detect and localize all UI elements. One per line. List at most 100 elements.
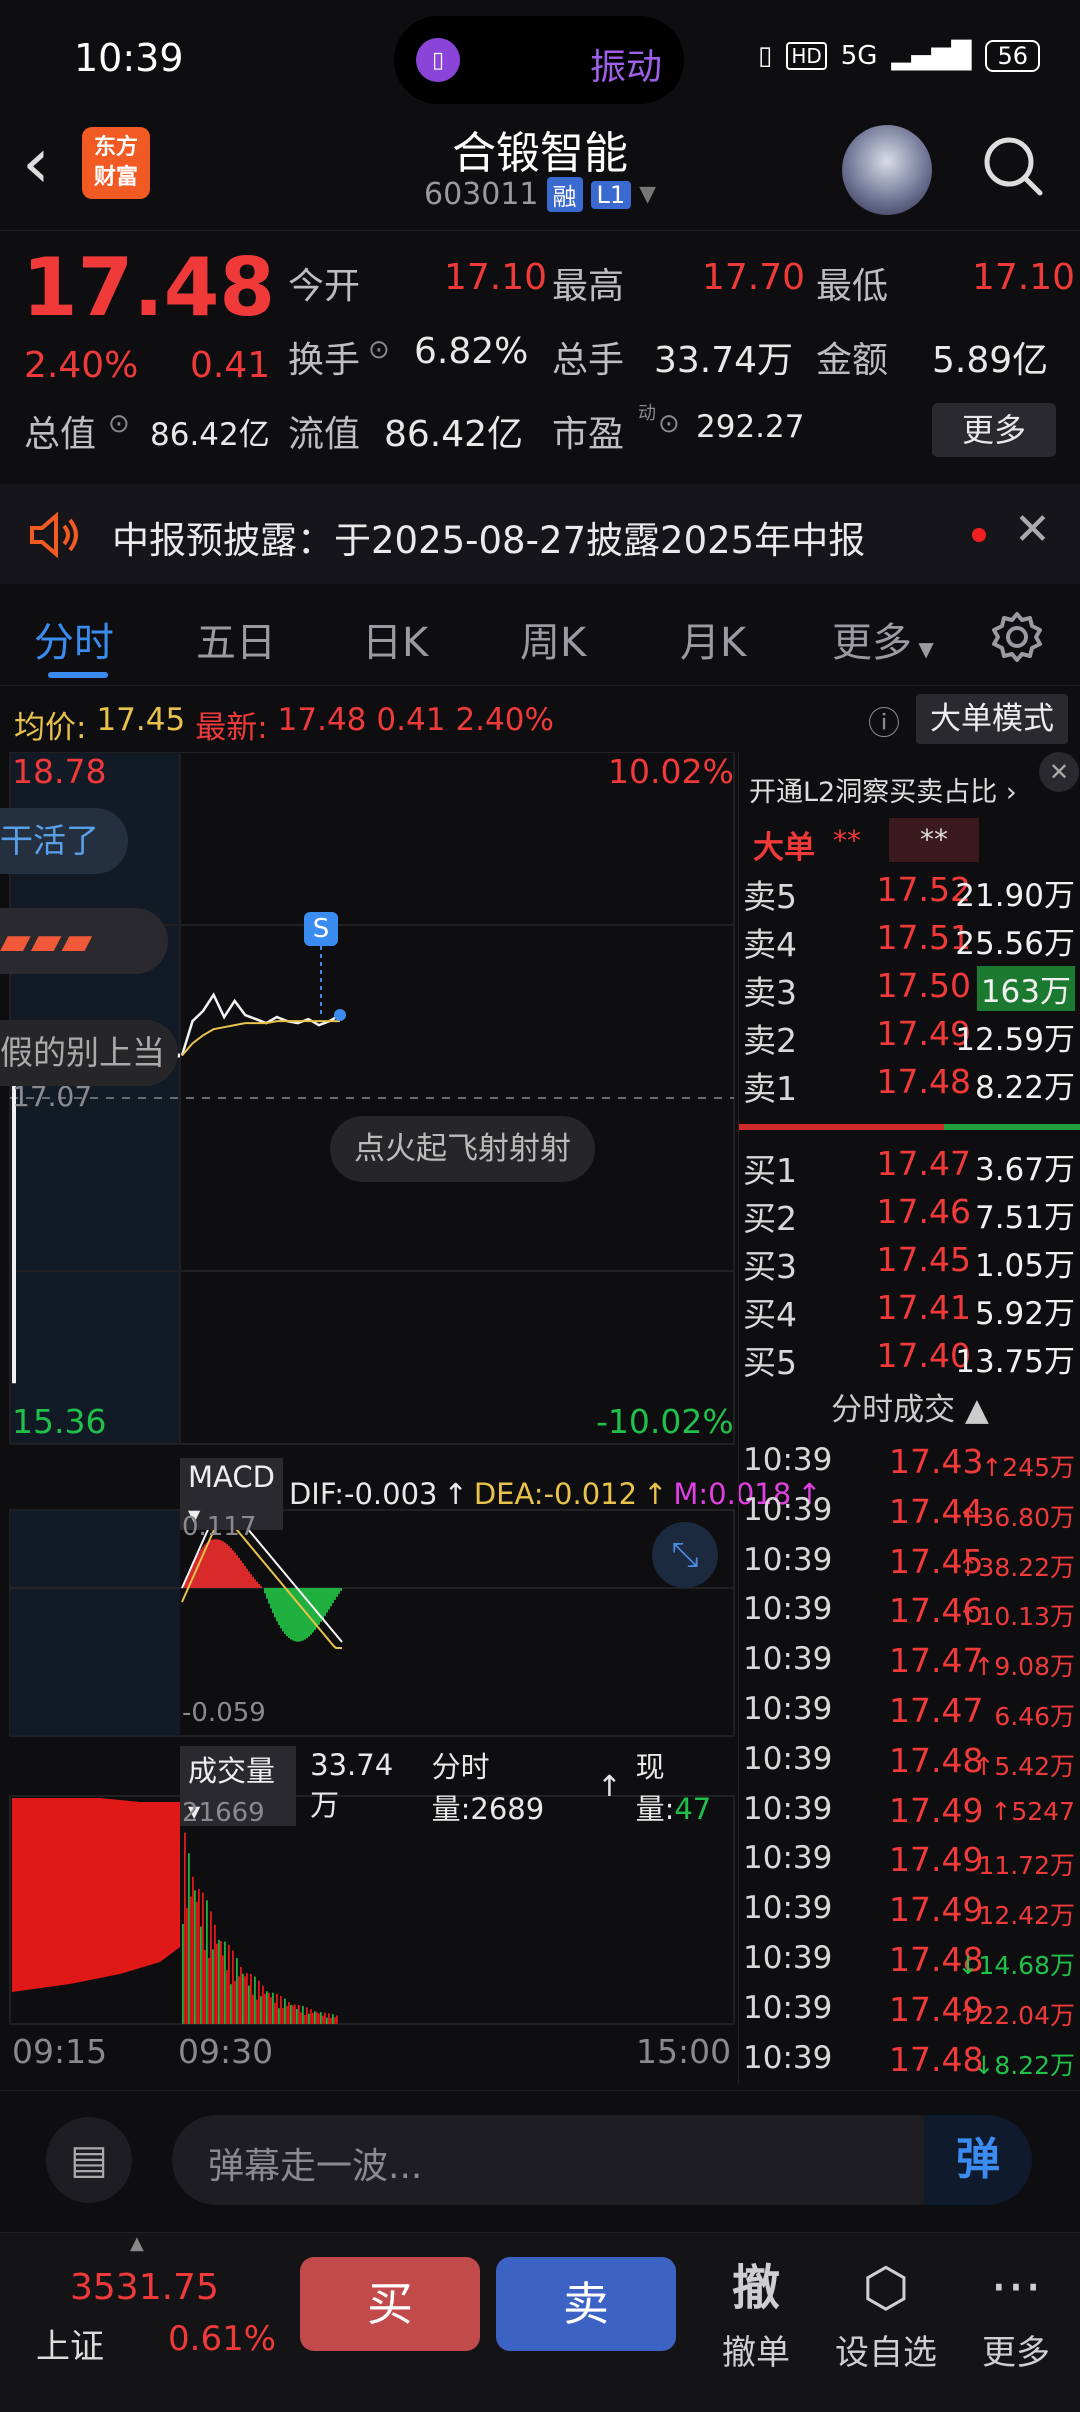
volume-bar [302, 2005, 304, 2024]
intraday-chart[interactable]: 18.78 10.02% 17.07 15.36 -10.02% 干活了 ▰▰▰… [0, 752, 822, 2084]
help-icon[interactable]: ⓘ [868, 698, 900, 744]
level-volume: 163万 [976, 966, 1075, 1011]
volume-bar [230, 1984, 232, 2024]
sell-button[interactable]: 卖 [496, 2257, 676, 2351]
trade-row[interactable]: 10:39 17.48 ↓8.22万 [739, 2040, 1080, 2090]
volume-bar [184, 1832, 186, 2024]
volume-bar [182, 1924, 184, 2024]
macd-bar [240, 1560, 242, 1588]
trade-row[interactable]: 10:39 17.48 ↑5.42万 [739, 1741, 1080, 1791]
l2-promo-link[interactable]: 开通L2洞察买卖占比 › [749, 770, 1017, 809]
danmu-input[interactable]: 弹幕走一波... 弹 [172, 2115, 1032, 2205]
trade-row[interactable]: 10:39 17.47 ↑9.08万 [739, 1641, 1080, 1691]
dea-value: DEA:-0.012 [473, 1477, 638, 1511]
buy-level-row[interactable]: 买3 17.45 1.05万 [739, 1240, 1080, 1288]
nav-add-watchlist[interactable]: ⬡ 设自选 [826, 2255, 946, 2374]
stock-code-row[interactable]: 603011 融 L1 ▼ [424, 177, 656, 212]
tab-5day[interactable]: 五日 [196, 610, 276, 668]
trade-row[interactable]: 10:39 17.45 ↑38.22万 [739, 1542, 1080, 1592]
macd-bar [226, 1544, 228, 1588]
search-icon[interactable] [980, 133, 1046, 199]
l2-promo-text: 开通L2洞察买卖占比 [749, 777, 998, 808]
volume-bar [242, 1973, 244, 2024]
pe-label: 市盈 [552, 414, 625, 455]
trade-row[interactable]: 10:39 17.43 ↑245万 [739, 1442, 1080, 1492]
info-icon[interactable]: ⊙ [368, 335, 390, 365]
amount-label: 金额 [816, 340, 889, 381]
index-value[interactable]: 3531.75 [70, 2267, 219, 2308]
trade-time: 10:39 [743, 1641, 833, 1678]
sell-level-row[interactable]: 卖3 17.50 163万 [739, 966, 1080, 1014]
volume-bar [320, 2012, 322, 2024]
pe-sup: 动 [638, 403, 656, 424]
low-label: 最低 [816, 266, 889, 307]
volume-bar [204, 1950, 206, 2024]
volume-bar [280, 1995, 282, 2024]
volume-bar [246, 1972, 248, 2024]
sell-level-row[interactable]: 卖2 17.49 12.59万 [739, 1014, 1080, 1062]
buy-level-row[interactable]: 买5 17.40 13.75万 [739, 1336, 1080, 1384]
nav-cancel-order[interactable]: 撤 撤单 [696, 2255, 816, 2374]
tab-weekly-k[interactable]: 周K [520, 610, 586, 668]
volume-now: 47 [674, 1792, 712, 1826]
trade-time: 10:39 [743, 1890, 833, 1927]
trade-row[interactable]: 10:39 17.47 6.46万 [739, 1691, 1080, 1741]
danmu-settings-icon[interactable]: ▤ [46, 2117, 132, 2203]
stock-header: ‹ 东方 财富 合锻智能 603011 融 L1 ▼ [0, 115, 1080, 230]
buy-button[interactable]: 买 [300, 2257, 480, 2351]
trade-row[interactable]: 10:39 17.49 11.72万 [739, 1840, 1080, 1890]
tab-intraday[interactable]: 分时 [34, 610, 114, 668]
notice-bar[interactable]: 中报预披露：于2025-08-27披露2025年中报 ✕ [0, 484, 1080, 584]
volume-bar [336, 2015, 338, 2024]
nav-more[interactable]: ··· 更多 [956, 2255, 1076, 2374]
trade-volume: 6.46万 [994, 1702, 1075, 1731]
trade-volume: ↑245万 [981, 1453, 1075, 1482]
info-icon[interactable]: ⊙ [108, 409, 130, 439]
index-pct[interactable]: 0.61% [168, 2319, 276, 2359]
big-order-mode-button[interactable]: 大单模式 [916, 694, 1068, 744]
trade-row[interactable]: 10:39 17.49 ↑5247 [739, 1791, 1080, 1841]
close-icon[interactable]: ✕ [1039, 752, 1079, 792]
active-tab-indicator [48, 672, 108, 678]
sell-level-row[interactable]: 卖1 17.48 8.22万 [739, 1062, 1080, 1110]
trades-title[interactable]: 分时成交 ▲ [739, 1384, 1080, 1429]
stock-code: 603011 [424, 177, 539, 212]
more-quote-button[interactable]: 更多 [932, 403, 1056, 457]
trade-row[interactable]: 10:39 17.46 ↑10.13万 [739, 1591, 1080, 1641]
status-icons: ▯ HD 5G ▂▄▆█ 56 [758, 40, 1040, 72]
macd-bar [296, 1588, 298, 1642]
buy-level-row[interactable]: 买2 17.46 7.51万 [739, 1192, 1080, 1240]
trade-row[interactable]: 10:39 17.49 12.42万 [739, 1890, 1080, 1940]
tab-monthly-k[interactable]: 月K [680, 610, 746, 668]
high-value: 17.70 [702, 257, 806, 298]
trade-row[interactable]: 10:39 17.48 ↓14.68万 [739, 1940, 1080, 1990]
pe-value: 292.27 [696, 409, 805, 445]
latest-label: 最新: [195, 710, 268, 746]
sell-level-row[interactable]: 卖4 17.51 25.56万 [739, 918, 1080, 966]
macd-label: MACD [188, 1460, 275, 1494]
index-name[interactable]: 上证 [36, 2319, 104, 2368]
level-label: 卖5 [743, 877, 797, 916]
expand-icon[interactable]: ⤡ [652, 1522, 718, 1588]
volume-bar [250, 1973, 252, 2024]
tab-daily-k[interactable]: 日K [362, 610, 428, 668]
danmu-emoji-bubble: ▰▰▰ [0, 908, 168, 974]
danmu-toggle-button[interactable]: 弹 [924, 2115, 1032, 2205]
sell-level-row[interactable]: 卖5 17.52 21.90万 [739, 870, 1080, 918]
buy-level-row[interactable]: 买1 17.47 3.67万 [739, 1144, 1080, 1192]
trade-row[interactable]: 10:39 17.44 ↑36.80万 [739, 1492, 1080, 1542]
macd-bar [268, 1588, 270, 1604]
robot-avatar-icon[interactable] [842, 125, 932, 215]
vibrate-icon: ▯ [416, 38, 460, 82]
buy-level-row[interactable]: 买4 17.41 5.92万 [739, 1288, 1080, 1336]
order-book: 开通L2洞察买卖占比 › ✕ 大单 ** ** 卖5 17.52 21.90万 卖4 1… [738, 752, 1080, 2084]
settings-gear-icon[interactable] [990, 610, 1044, 664]
info-icon[interactable]: ⊙ [658, 409, 680, 439]
nav-watchlist-label: 设自选 [835, 2333, 937, 2373]
tab-more[interactable]: 更多 ▼ [832, 610, 934, 668]
level-volume: 13.75万 [955, 1344, 1075, 1380]
signal-marker[interactable]: S [304, 912, 338, 946]
close-icon[interactable]: ✕ [1014, 504, 1051, 555]
trade-row[interactable]: 10:39 17.49 ↑22.04万 [739, 1990, 1080, 2040]
trade-price: 17.49 [889, 1890, 984, 1930]
